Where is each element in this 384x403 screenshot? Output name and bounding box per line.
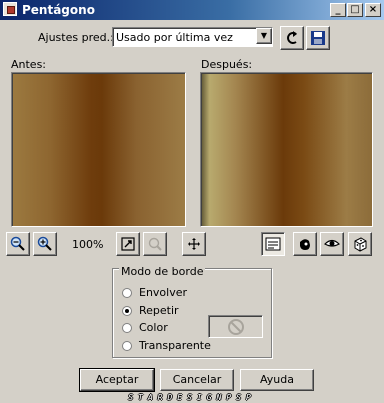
- chevron-down-icon[interactable]: ▼: [256, 28, 272, 44]
- minimize-button[interactable]: _: [330, 3, 346, 17]
- before-preview[interactable]: [11, 72, 186, 227]
- after-preview[interactable]: [200, 72, 373, 227]
- radio-envolver[interactable]: Envolver: [122, 286, 232, 300]
- border-mode-legend: Modo de borde: [119, 265, 206, 278]
- radio-indicator-selected[interactable]: [122, 306, 132, 316]
- ok-button[interactable]: Aceptar: [79, 368, 155, 392]
- no-color-icon: [228, 319, 244, 335]
- toggle-preview-icon: [265, 237, 281, 251]
- radio-transparente[interactable]: Transparente: [122, 339, 232, 353]
- eye-icon: [324, 239, 340, 247]
- radio-color[interactable]: Color: [122, 321, 202, 335]
- presets-selected-value: Usado por última vez: [116, 31, 233, 44]
- radio-indicator[interactable]: [122, 288, 132, 298]
- help-button[interactable]: Ayuda: [240, 369, 314, 391]
- zoom-level: 100%: [72, 238, 104, 251]
- title-bar[interactable]: Pentágono _ □ ×: [0, 0, 384, 20]
- radio-repetir-label: Repetir: [139, 304, 179, 317]
- window-title: Pentágono: [22, 3, 95, 17]
- radio-color-label: Color: [139, 321, 168, 334]
- radio-indicator[interactable]: [122, 341, 132, 351]
- close-button[interactable]: ×: [365, 3, 381, 17]
- toggle-preview-button[interactable]: [261, 232, 285, 256]
- radio-envolver-label: Envolver: [139, 286, 188, 299]
- proof-icon: [121, 237, 135, 251]
- randomize-hand-icon: [300, 239, 310, 250]
- zoom-out-button[interactable]: [6, 232, 30, 256]
- zoom-in-icon: [37, 236, 52, 251]
- cancel-button[interactable]: Cancelar: [160, 369, 234, 391]
- pan-button[interactable]: [182, 232, 206, 256]
- reset-defaults-button[interactable]: [280, 26, 304, 50]
- save-disk-icon: [311, 31, 325, 45]
- after-label: Después:: [201, 58, 253, 71]
- reset-arrow-icon: [287, 31, 297, 44]
- dice-button[interactable]: [348, 232, 372, 256]
- zoom-disabled-button: [143, 232, 167, 256]
- app-icon: [3, 2, 17, 16]
- maximize-button[interactable]: □: [347, 3, 363, 17]
- preview-eye-button[interactable]: [320, 232, 344, 256]
- presets-label: Ajustes pred.:: [38, 31, 114, 44]
- randomize-button[interactable]: [293, 232, 317, 256]
- save-preset-button[interactable]: [306, 26, 330, 50]
- before-label: Antes:: [11, 58, 47, 71]
- zoom-disabled-icon: [148, 237, 162, 251]
- zoom-out-icon: [10, 236, 25, 251]
- watermark-text: STARDESIGNPSP: [128, 393, 256, 402]
- dice-icon: [354, 237, 367, 252]
- color-swatch-disabled: [208, 315, 263, 338]
- pan-icon: [188, 238, 200, 250]
- zoom-in-button[interactable]: [33, 232, 57, 256]
- radio-transparente-label: Transparente: [139, 339, 211, 352]
- radio-indicator[interactable]: [122, 323, 132, 333]
- proof-button[interactable]: [116, 232, 140, 256]
- presets-select[interactable]: Usado por última vez ▼: [112, 27, 273, 47]
